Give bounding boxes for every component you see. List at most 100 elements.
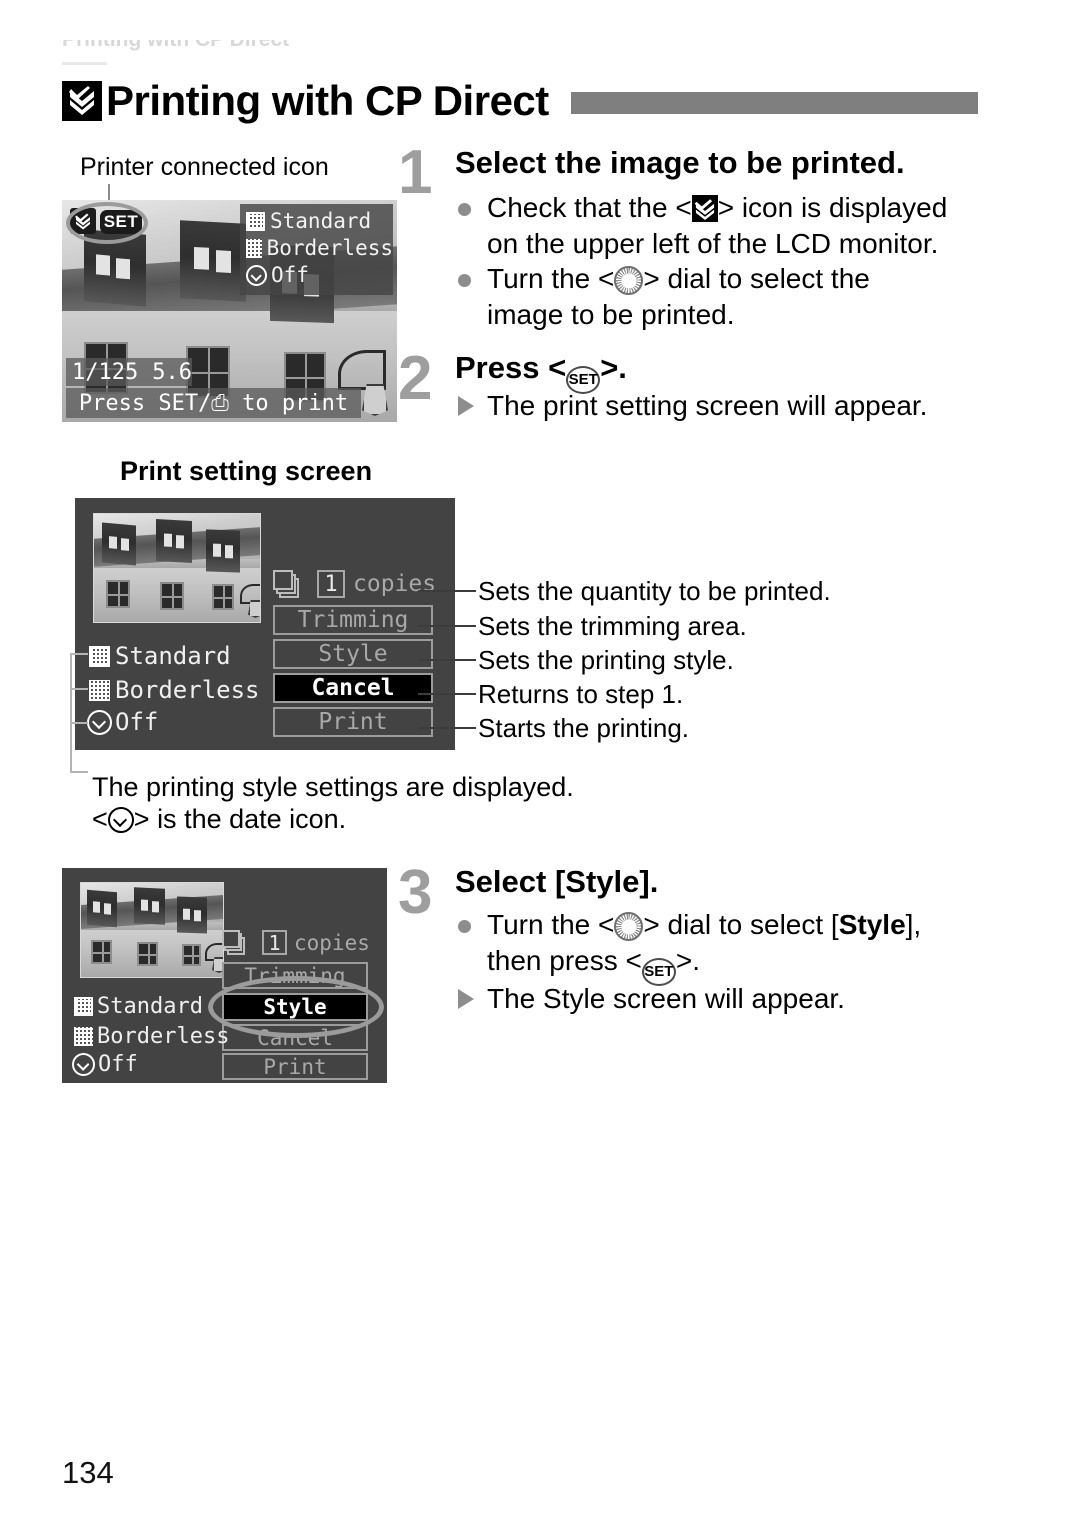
running-head: Printing with CP Direct — [62, 40, 482, 62]
text-fragment: is the date icon. — [157, 804, 347, 834]
text-fragment: Press < — [455, 350, 567, 385]
shutter-speed-value: 1/125 — [72, 359, 139, 385]
print-button[interactable]: Print — [273, 707, 433, 737]
text-fragment: >. — [600, 350, 627, 385]
setting-row-borderless: Borderless — [74, 1024, 229, 1049]
callout-label-3: Sets the printing style. — [478, 645, 734, 675]
cp-direct-inline-icon — [691, 195, 718, 222]
step-3-bullet-1-line-2: then press < SET>. — [487, 943, 700, 986]
callout-leader-4 — [418, 693, 476, 695]
text-fragment: ], — [905, 909, 922, 940]
playback-style-label: Off — [271, 263, 309, 287]
step-2-number: 2 — [398, 344, 433, 413]
text-fragment: then press < — [487, 945, 642, 976]
text-fragment: Check that the < — [487, 192, 692, 223]
page-stack-icon — [273, 570, 307, 598]
style-bracket-vertical — [70, 653, 72, 773]
callout-label-1: Sets the quantity to be printed. — [478, 576, 831, 606]
checker-swatch-bordered-icon — [74, 997, 93, 1016]
style-bracket-tick-3 — [70, 722, 88, 724]
setting-label-borderless: Borderless — [97, 1024, 230, 1049]
step-1-bullet-2-line-2: image to be printed. — [487, 299, 735, 330]
running-head-text: Printing with CP Direct — [62, 40, 482, 51]
setting-row-borderless: Borderless — [89, 676, 260, 704]
callout-leader-3 — [418, 659, 476, 661]
playback-style-row: Borderless — [240, 235, 393, 262]
setting-label-borderless: Borderless — [115, 676, 260, 704]
checker-swatch-bordered-icon — [246, 212, 265, 231]
image-thumbnail — [80, 882, 224, 978]
clock-date-inline-icon — [107, 807, 134, 833]
step-3-number: 3 — [398, 858, 433, 927]
page-title: Printing with CP Direct — [106, 77, 549, 124]
step-1-bullet-1-marker — [458, 203, 471, 216]
style-button[interactable]: Style — [222, 993, 368, 1021]
cp-direct-icon — [62, 81, 102, 121]
trimming-button[interactable]: Trimming — [273, 605, 433, 635]
text-fragment: Turn the < — [487, 263, 615, 294]
page-stack-icon — [222, 930, 253, 955]
style-keyword: Style — [838, 909, 906, 940]
cancel-button[interactable]: Cancel — [273, 673, 433, 703]
setting-row-date: Off — [87, 708, 158, 736]
image-thumbnail — [93, 513, 261, 623]
style-button[interactable]: Style — [273, 639, 433, 669]
step-3-bullet-2-marker — [458, 989, 474, 1009]
step-1-number: 1 — [398, 138, 433, 207]
aperture-value: 5.6 — [152, 359, 192, 385]
trimming-button[interactable]: Trimming — [222, 962, 368, 989]
step-1-bullet-2-line-1: Turn the < > dial to select the — [487, 261, 870, 297]
copies-value[interactable]: 1 — [262, 930, 287, 955]
note-line-2: < > is the date icon. — [92, 804, 347, 834]
step-2-bullet-1-marker — [458, 396, 474, 416]
style-bracket-foot — [70, 771, 88, 773]
style-bracket-tick-1 — [70, 653, 88, 655]
step-3-bullet-2-line-1: The Style screen will appear. — [487, 983, 845, 1014]
style-selection-screen: 1 copies Trimming Style Cancel Print Sta… — [62, 868, 387, 1083]
copies-unit-label: copies — [353, 571, 437, 597]
clock-date-icon — [72, 1053, 95, 1076]
setting-row-standard: Standard — [74, 994, 203, 1019]
copies-row[interactable]: 1 copies — [273, 570, 436, 598]
step-3-bullet-1-marker — [458, 920, 471, 933]
page-title-row: Printing with CP Direct — [62, 74, 978, 128]
setting-label-date: Off — [98, 1052, 138, 1077]
copies-value[interactable]: 1 — [317, 570, 345, 598]
playback-style-panel: Standard Borderless Off — [240, 204, 393, 295]
exif-bar: 1/125 5.6 — [66, 358, 192, 386]
setting-label-date: Off — [115, 708, 159, 736]
style-bracket-tick-2 — [70, 688, 88, 690]
setting-row-standard: Standard — [89, 642, 231, 670]
checker-swatch-icon — [246, 239, 262, 258]
cancel-button[interactable]: Cancel — [222, 1024, 368, 1051]
playback-style-label: Standard — [270, 209, 372, 233]
text-fragment: Turn the < — [487, 909, 615, 940]
print-button[interactable]: Print — [222, 1053, 368, 1080]
step-1-bullet-1-line-2: on the upper left of the LCD monitor. — [487, 228, 939, 259]
setting-label-standard: Standard — [115, 642, 231, 670]
print-setting-screen: 1 copies Trimming Style Cancel Print Sta… — [75, 498, 455, 750]
print-setting-screen-heading: Print setting screen — [120, 456, 373, 486]
printer-connected-caption: Printer connected icon — [80, 153, 329, 181]
clock-date-icon — [87, 709, 112, 735]
callout-label-4: Returns to step 1. — [478, 679, 684, 709]
copies-row[interactable]: 1 copies — [222, 930, 370, 955]
step-2-bullet-1-line-1: The print setting screen will appear. — [487, 390, 928, 421]
step-3-bullet-1-line-1: Turn the < > dial to select [Style], — [487, 907, 921, 943]
press-set-to-print-text: Press SET/⎙ to print — [78, 390, 349, 416]
title-accent-bar — [570, 92, 978, 114]
set-badge: SET — [100, 210, 142, 234]
text-fragment: > dial to select [ — [643, 909, 839, 940]
checker-swatch-bordered-icon — [89, 645, 110, 667]
checker-swatch-icon — [89, 679, 110, 701]
setting-row-date: Off — [72, 1052, 138, 1077]
text-fragment: > icon is displayed — [717, 192, 948, 223]
step-1-bullet-2-marker — [458, 274, 471, 287]
checker-swatch-icon — [74, 1027, 93, 1046]
clock-date-icon — [246, 265, 267, 286]
callout-label-5: Starts the printing. — [478, 713, 689, 743]
setting-label-standard: Standard — [97, 994, 203, 1019]
callout-leader-1 — [418, 590, 476, 592]
copies-unit-label: copies — [294, 930, 370, 955]
playback-style-row: Standard — [240, 208, 393, 235]
